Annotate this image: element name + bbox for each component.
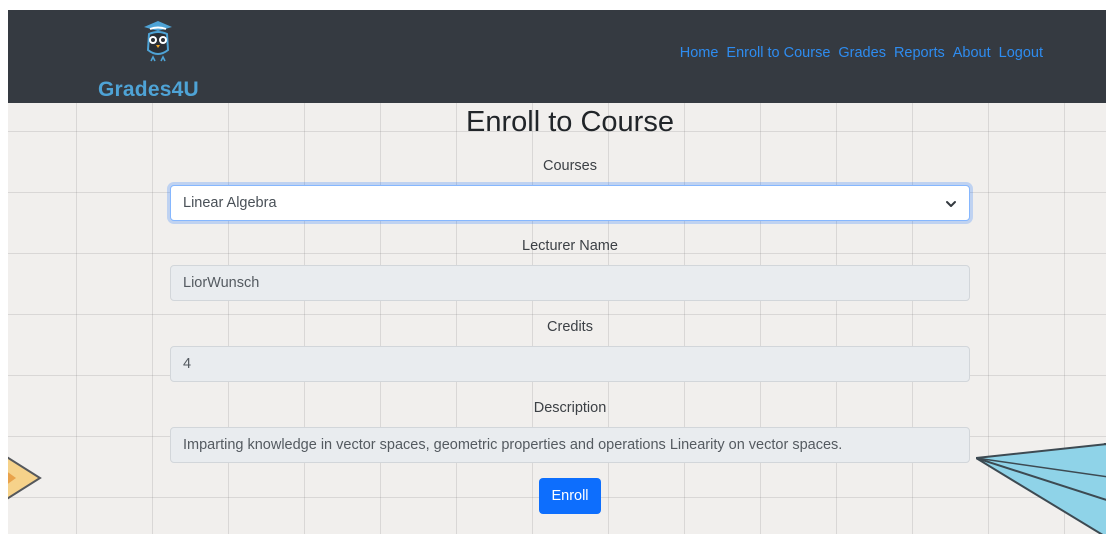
lecturer-name-label: Lecturer Name bbox=[522, 238, 618, 254]
nav-link-reports[interactable]: Reports bbox=[894, 45, 945, 61]
brand-name: Grades4U bbox=[98, 78, 199, 101]
lecturer-name-field: LiorWunsch bbox=[170, 265, 970, 301]
description-label: Description bbox=[533, 400, 607, 416]
enroll-button[interactable]: Enroll bbox=[539, 478, 601, 514]
paper-plane-decoration bbox=[976, 443, 1106, 534]
credits-field: 4 bbox=[170, 346, 970, 382]
navbar: Grades4U Home Enroll to Course Grades Re… bbox=[8, 10, 1106, 103]
chevron-down-icon bbox=[946, 201, 956, 207]
nav-link-logout[interactable]: Logout bbox=[999, 45, 1043, 61]
page-title: Enroll to Course bbox=[466, 106, 674, 138]
nav-link-enroll-to-course[interactable]: Enroll to Course bbox=[726, 45, 830, 61]
courses-label: Courses bbox=[543, 158, 597, 174]
courses-select[interactable]: Linear Algebra bbox=[170, 185, 970, 221]
nav-link-about[interactable]: About bbox=[953, 45, 991, 61]
brand[interactable]: Grades4U bbox=[90, 18, 230, 101]
courses-select-value: Linear Algebra bbox=[183, 195, 277, 211]
nav-link-home[interactable]: Home bbox=[680, 45, 719, 61]
nav-link-grades[interactable]: Grades bbox=[838, 45, 886, 61]
pencil-tip-decoration bbox=[8, 456, 42, 500]
nav-links: Home Enroll to Course Grades Reports Abo… bbox=[680, 45, 1043, 61]
owl-graduate-icon bbox=[144, 21, 172, 62]
credits-label: Credits bbox=[547, 319, 593, 335]
description-field: Imparting knowledge in vector spaces, ge… bbox=[170, 427, 970, 463]
